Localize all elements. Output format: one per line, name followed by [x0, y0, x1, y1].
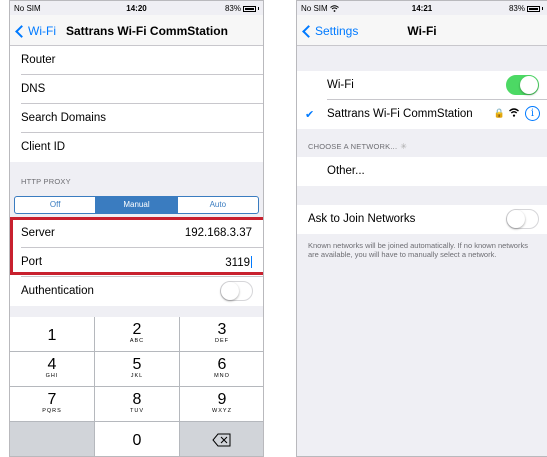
- other-network-row[interactable]: Other...: [297, 157, 547, 186]
- router-row: Router: [10, 46, 263, 75]
- battery-percent: 83%: [224, 4, 241, 13]
- port-row[interactable]: Port 3119: [10, 248, 263, 277]
- wifi-settings-screen: No SIM 14:21 83% Settings Wi-Fi Wi-Fi ✔ …: [296, 0, 547, 457]
- battery-percent: 83%: [508, 4, 525, 13]
- back-label: Wi-Fi: [28, 24, 56, 38]
- page-title: Wi-Fi: [407, 24, 437, 38]
- ask-to-join-label: Ask to Join Networks: [308, 213, 416, 225]
- http-proxy-header: HTTP PROXY: [21, 177, 71, 186]
- back-button[interactable]: Wi-Fi: [14, 24, 56, 38]
- ask-to-join-toggle[interactable]: [506, 209, 539, 229]
- key-blank: [10, 422, 95, 456]
- key-3[interactable]: 3 DEF: [180, 317, 263, 352]
- authentication-label: Authentication: [21, 285, 94, 297]
- battery-status: 83%: [225, 4, 259, 13]
- connected-network-row[interactable]: ✔ Sattrans Wi-Fi CommStation 🔒 i: [297, 100, 547, 129]
- proxy-mode-off[interactable]: Off: [15, 197, 97, 213]
- page-title: Sattrans Wi-Fi CommStation: [66, 24, 228, 38]
- dns-label: DNS: [21, 83, 46, 95]
- delete-key-icon: [212, 433, 231, 447]
- battery-nub: [258, 7, 259, 10]
- proxy-settings-screen: No SIM 14:20 83% Wi-Fi Sattrans Wi-Fi Co…: [9, 0, 264, 457]
- client-id-label: Client ID: [21, 141, 66, 153]
- checkmark-icon: ✔: [305, 109, 315, 121]
- network-status-icons: 🔒: [494, 108, 519, 119]
- port-label: Port: [21, 256, 43, 268]
- server-field[interactable]: 192.168.3.37: [185, 227, 252, 239]
- ask-to-join-footnote: Known networks will be joined automatica…: [308, 241, 528, 259]
- lock-icon: 🔒: [493, 108, 505, 118]
- battery-icon: [243, 5, 256, 12]
- other-label: Other...: [327, 165, 365, 177]
- server-row[interactable]: Server 192.168.3.37: [10, 219, 263, 248]
- battery-status: 83%: [509, 4, 543, 13]
- authentication-row: Authentication: [10, 277, 263, 306]
- proxy-mode-auto[interactable]: Auto: [178, 197, 258, 213]
- key-2[interactable]: 2 ABC: [95, 317, 180, 352]
- client-id-row[interactable]: Client ID: [10, 133, 263, 162]
- navigation-bar: Settings Wi-Fi: [297, 15, 547, 46]
- key-9[interactable]: 9 WXYZ: [180, 387, 263, 422]
- status-bar: No SIM 14:21 83%: [297, 1, 547, 15]
- proxy-mode-segmented-control: Off Manual Auto: [14, 196, 259, 214]
- search-domains-row[interactable]: Search Domains: [10, 104, 263, 133]
- info-icon[interactable]: i: [525, 106, 540, 121]
- wifi-toggle[interactable]: [506, 75, 539, 95]
- delete-key[interactable]: [180, 422, 263, 456]
- search-domains-label: Search Domains: [21, 112, 107, 124]
- router-label: Router: [21, 54, 56, 66]
- key-7[interactable]: 7 PQRS: [10, 387, 95, 422]
- choose-network-header: CHOOSE A NETWORK... ✳: [308, 142, 408, 151]
- key-5[interactable]: 5 JKL: [95, 352, 180, 387]
- navigation-bar: Wi-Fi Sattrans Wi-Fi CommStation: [10, 15, 263, 46]
- numeric-keypad: 1 2 ABC 3 DEF 4 GHI 5 JKL 6 MNO 7 PQRS 8 TUV 9W…: [10, 317, 263, 456]
- wifi-row: Wi-Fi: [297, 71, 547, 100]
- key-4[interactable]: 4 GHI: [10, 352, 95, 387]
- battery-icon: [527, 5, 540, 12]
- battery-nub: [542, 7, 543, 10]
- status-bar: No SIM 14:20 83%: [10, 1, 263, 15]
- port-value: 3119: [225, 257, 250, 269]
- loading-spinner-icon: ✳: [400, 142, 408, 151]
- key-1[interactable]: 1: [10, 317, 95, 352]
- server-label: Server: [21, 227, 55, 239]
- authentication-toggle[interactable]: [220, 281, 253, 301]
- chevron-left-icon: [15, 24, 28, 38]
- proxy-mode-manual[interactable]: Manual: [96, 197, 178, 213]
- wifi-icon: [509, 108, 519, 117]
- text-cursor: [251, 256, 252, 268]
- connected-network-name: Sattrans Wi-Fi CommStation: [327, 108, 473, 120]
- key-8[interactable]: 8 TUV: [95, 387, 180, 422]
- key-0[interactable]: 0: [95, 422, 180, 456]
- ask-to-join-row: Ask to Join Networks: [297, 205, 547, 234]
- wifi-label: Wi-Fi: [327, 79, 354, 91]
- key-6[interactable]: 6 MNO: [180, 352, 263, 387]
- port-field[interactable]: 3119: [225, 256, 252, 269]
- dns-row[interactable]: DNS: [10, 75, 263, 104]
